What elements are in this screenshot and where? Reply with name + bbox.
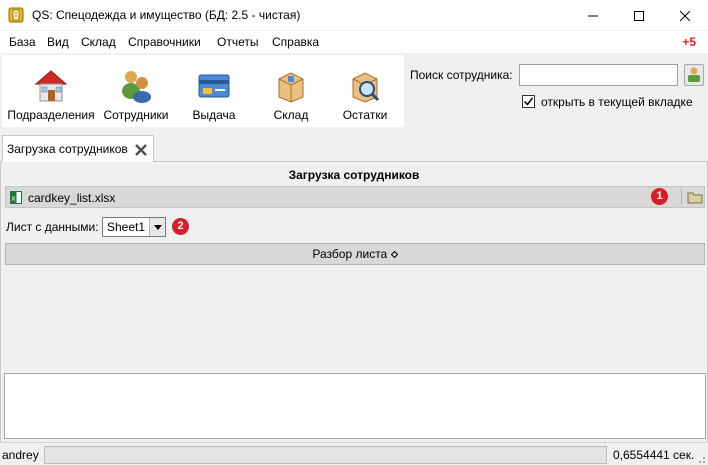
- tab-strip: Загрузка сотрудников: [0, 130, 708, 163]
- file-chooser[interactable]: x cardkey_list.xlsx 1: [5, 186, 705, 208]
- menu-baza[interactable]: База: [9, 35, 36, 49]
- status-time: 0,6554441 сек.: [613, 448, 695, 462]
- notification-count[interactable]: +5: [682, 35, 696, 49]
- toolbar-label: Остатки: [342, 108, 388, 122]
- tab-label: Загрузка сотрудников: [7, 142, 128, 156]
- open-in-current-tab-label[interactable]: открыть в текущей вкладке: [541, 95, 693, 109]
- menu-spravka[interactable]: Справка: [272, 35, 319, 49]
- menu-spravochniki[interactable]: Справочники: [128, 35, 201, 49]
- title-bar: QS: Спецодежда и имущество (БД: 2.5 - чи…: [0, 0, 708, 31]
- tab-employee-import[interactable]: Загрузка сотрудников: [2, 135, 154, 163]
- toolbar-label: Подразделения: [7, 108, 95, 122]
- sheet-select[interactable]: Sheet1: [102, 217, 166, 237]
- close-icon: [680, 10, 690, 21]
- callout-badge-1: 1: [651, 188, 668, 205]
- employee-search-button[interactable]: [684, 64, 704, 86]
- menu-sklad[interactable]: Склад: [81, 35, 116, 49]
- maximize-button[interactable]: [616, 0, 662, 31]
- close-tab-icon[interactable]: [134, 143, 148, 157]
- parse-sheet-toggle[interactable]: Разбор листа: [5, 243, 705, 265]
- search-box-icon: [349, 69, 381, 103]
- folder-icon[interactable]: [687, 190, 703, 204]
- resize-grip-icon[interactable]: [696, 453, 706, 463]
- employee-search-label: Поиск сотрудника:: [410, 68, 513, 82]
- qs-app-icon: [8, 7, 24, 23]
- open-in-current-tab-checkbox[interactable]: [522, 95, 535, 108]
- page-title: Загрузка сотрудников: [288, 168, 420, 182]
- sheet-select-label: Лист с данными:: [6, 220, 99, 234]
- toolbar-area: Подразделения Сотрудники Выдача Склад Ос…: [0, 53, 708, 130]
- menu-otchety[interactable]: Отчеты: [217, 35, 258, 49]
- toolbar: Подразделения Сотрудники Выдача Склад Ос…: [2, 55, 404, 127]
- status-progress-field: [44, 446, 607, 464]
- maximize-icon: [634, 10, 644, 21]
- divider: [681, 189, 682, 205]
- checkmark-icon: [523, 97, 534, 106]
- status-user: andrey: [2, 448, 39, 462]
- import-panel: Загрузка сотрудников x cardkey_list.xlsx…: [0, 162, 708, 442]
- toolbar-button-vydacha[interactable]: Выдача: [172, 55, 256, 127]
- close-button[interactable]: [662, 0, 708, 31]
- parse-sheet-label: Разбор листа: [312, 247, 388, 261]
- log-area[interactable]: [4, 373, 706, 439]
- toolbar-button-podrazdeleniya[interactable]: Подразделения: [2, 55, 100, 127]
- expand-diamond-icon: [390, 251, 398, 259]
- toolbar-button-sklad[interactable]: Склад: [256, 55, 326, 127]
- file-name: cardkey_list.xlsx: [28, 191, 116, 205]
- excel-file-icon: x: [10, 191, 22, 204]
- find-person-icon: [688, 67, 700, 82]
- chevron-down-icon[interactable]: [149, 218, 165, 236]
- menu-bar: База Вид Склад Справочники Отчеты Справк…: [0, 31, 708, 53]
- house-icon: [34, 69, 68, 103]
- toolbar-button-ostatki[interactable]: Остатки: [326, 55, 404, 127]
- people-icon: [120, 69, 152, 103]
- toolbar-label: Выдача: [192, 108, 236, 122]
- status-bar: andrey 0,6554441 сек.: [0, 442, 708, 465]
- toolbar-button-sotrudniki[interactable]: Сотрудники: [100, 55, 172, 127]
- minimize-button[interactable]: [570, 0, 616, 31]
- card-icon: [198, 69, 230, 103]
- svg-text:x: x: [11, 195, 15, 203]
- sheet-select-value: Sheet1: [107, 220, 146, 234]
- menu-vid[interactable]: Вид: [47, 35, 69, 49]
- window-title: QS: Спецодежда и имущество (БД: 2.5 - чи…: [32, 8, 301, 22]
- minimize-icon: [588, 15, 598, 16]
- employee-search-input[interactable]: [519, 64, 678, 86]
- toolbar-label: Сотрудники: [103, 108, 169, 122]
- callout-badge-2: 2: [172, 218, 189, 235]
- box-icon: [275, 69, 307, 103]
- toolbar-label: Склад: [273, 108, 309, 122]
